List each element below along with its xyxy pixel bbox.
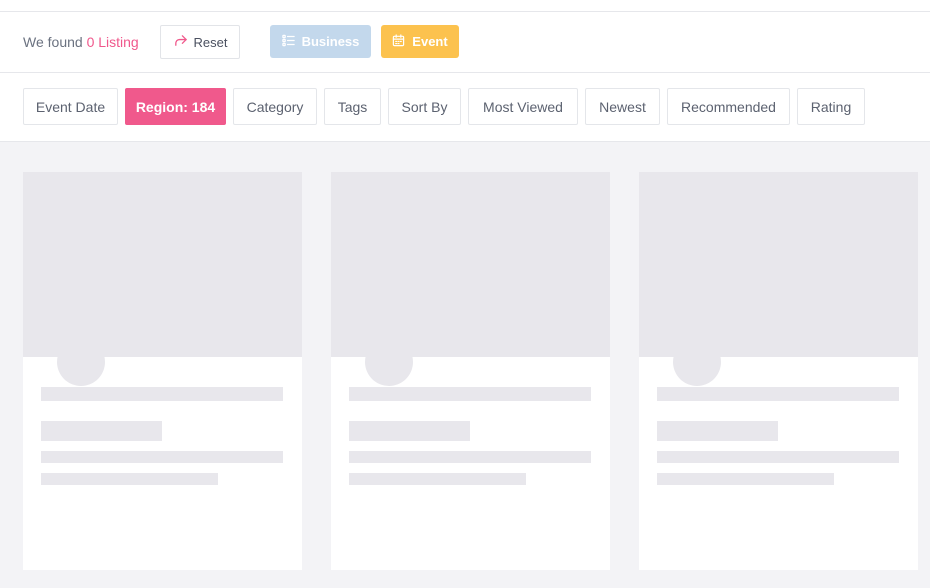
card-title-placeholder (657, 387, 899, 401)
card-avatar-placeholder (57, 338, 105, 386)
card-text-placeholder-short (349, 473, 526, 485)
card-text-placeholder-short (41, 473, 218, 485)
business-label: Business (301, 34, 360, 49)
filter-region[interactable]: Region: 184 (125, 88, 226, 125)
filter-rating[interactable]: Rating (797, 88, 865, 125)
filter-newest[interactable]: Newest (585, 88, 660, 125)
event-label: Event (412, 34, 448, 49)
card-text-placeholder-short (657, 473, 834, 485)
card-subtitle-placeholder (349, 421, 470, 441)
card-avatar-placeholder (673, 338, 721, 386)
results-prefix: We found (23, 34, 83, 50)
filter-event-date[interactable]: Event Date (23, 88, 118, 125)
card-avatar-placeholder (365, 338, 413, 386)
filter-category[interactable]: Category (233, 88, 317, 125)
results-count-text: We found 0 Listing (23, 34, 139, 50)
card-subtitle-placeholder (41, 421, 162, 441)
filter-most-viewed[interactable]: Most Viewed (468, 88, 578, 125)
card-image-placeholder (639, 172, 918, 357)
filter-bar: Event Date Region: 184 Category Tags Sor… (0, 73, 930, 142)
filter-recommended[interactable]: Recommended (667, 88, 790, 125)
list-icon (281, 34, 295, 50)
event-button[interactable]: Event (381, 25, 459, 58)
card-title-placeholder (41, 387, 283, 401)
results-count: 0 Listing (86, 34, 139, 50)
listing-card-skeleton (639, 172, 918, 570)
results-bar: We found 0 Listing Reset Business Event (0, 12, 930, 73)
calendar-icon (392, 33, 405, 50)
listing-card-skeleton (23, 172, 302, 570)
card-image-placeholder (23, 172, 302, 357)
card-title-placeholder (349, 387, 591, 401)
card-text-placeholder (657, 451, 899, 463)
card-image-placeholder (331, 172, 610, 357)
filter-sort-by[interactable]: Sort By (388, 88, 461, 125)
reset-button[interactable]: Reset (160, 25, 240, 59)
business-button[interactable]: Business (270, 25, 371, 58)
filter-tags[interactable]: Tags (324, 88, 381, 125)
reset-label: Reset (193, 34, 228, 50)
top-strip (0, 0, 930, 12)
listing-card-skeleton (331, 172, 610, 570)
share-arrow-icon (173, 33, 188, 51)
card-text-placeholder (41, 451, 283, 463)
card-subtitle-placeholder (657, 421, 778, 441)
card-text-placeholder (349, 451, 591, 463)
